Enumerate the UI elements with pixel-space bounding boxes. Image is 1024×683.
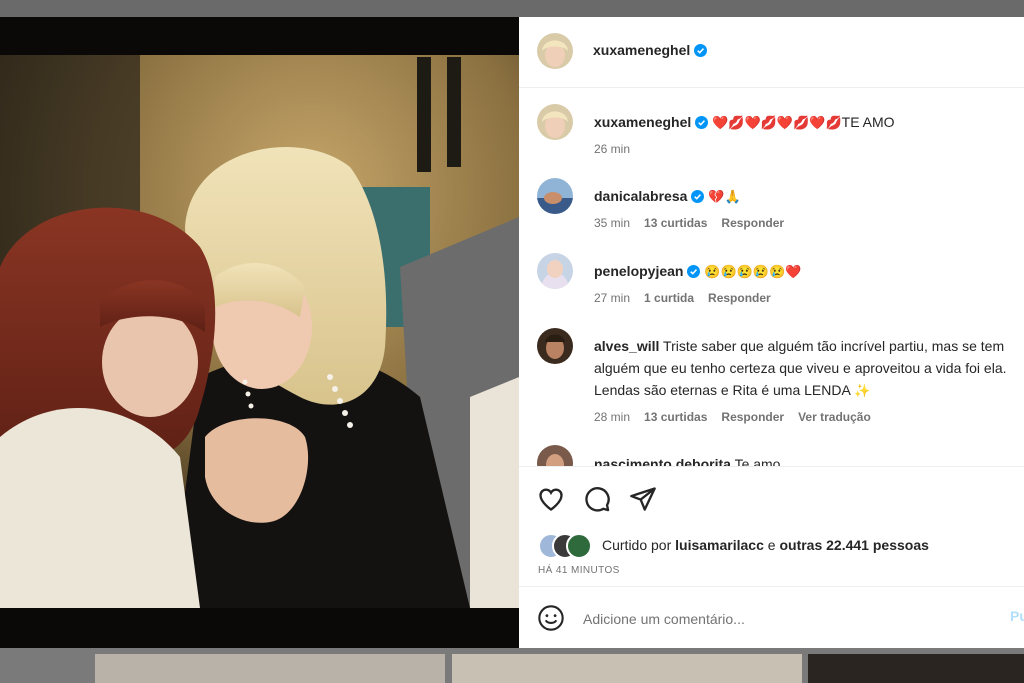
comment-input[interactable] xyxy=(581,605,965,633)
comment-body: danicalabresa 💔🙏 xyxy=(594,185,1014,208)
post-header: xuxameneghel xyxy=(519,17,1024,88)
comment-emoji: 💔 xyxy=(708,189,725,204)
comment-body: penelopyjean 😢😢😢😢😢❤️ xyxy=(594,260,1014,283)
likes-others[interactable]: outras 22.441 pessoas xyxy=(779,537,928,553)
comment-emoji: 😢 xyxy=(752,264,770,279)
comment-emoji: 😢 xyxy=(720,264,737,279)
browser-top-bar xyxy=(0,0,1024,17)
comment-username[interactable]: penelopyjean xyxy=(594,263,683,279)
comment-text: TE AMO xyxy=(841,114,895,130)
comment-meta: 28 min 13 curtidas Responder Ver tradução xyxy=(594,410,885,424)
comment-body: xuxameneghel ❤️💋❤️💋❤️💋❤️💋TE AMO xyxy=(594,111,1014,134)
comment-emoji: 😢 xyxy=(769,264,786,279)
comment-item: nascimento.deborita Te amo xyxy=(537,445,1017,466)
comment-emoji: ❤️ xyxy=(776,115,794,130)
likes-prefix: Curtido por xyxy=(602,537,672,553)
likes-user[interactable]: luisamarilacc xyxy=(675,537,764,553)
comment-emoji: ❤️ xyxy=(712,115,729,130)
comment-meta: 27 min 1 curtida Responder xyxy=(594,291,785,305)
comment-composer: Pu xyxy=(519,586,1024,649)
comment-likes[interactable]: 13 curtidas xyxy=(644,410,707,424)
comment-emoji: 💋 xyxy=(728,115,745,130)
reply-button[interactable]: Responder xyxy=(721,216,784,230)
reply-button[interactable]: Responder xyxy=(708,291,771,305)
feed-thumbnail xyxy=(95,654,445,683)
post-timestamp[interactable]: HÁ 41 MINUTOS xyxy=(538,565,620,576)
author-avatar[interactable] xyxy=(537,33,573,69)
comment-emoji: ❤️ xyxy=(785,264,802,279)
likes-text: Curtido por luisamarilacc e outras 22.44… xyxy=(602,537,929,553)
comment-emoji: ✨ xyxy=(853,383,871,398)
feed-thumbnail xyxy=(452,654,802,683)
comment-item: penelopyjean 😢😢😢😢😢❤️ 27 min 1 curtida Resp… xyxy=(537,253,1017,313)
comment-body: alves_will Triste saber que alguém tão i… xyxy=(594,335,1014,402)
verified-icon xyxy=(695,116,709,129)
likes-middle: e xyxy=(767,537,776,553)
comment-time[interactable]: 26 min xyxy=(594,142,630,156)
comment-time[interactable]: 28 min xyxy=(594,410,630,424)
comment-avatar[interactable] xyxy=(537,253,573,289)
comment-avatar[interactable] xyxy=(537,328,573,364)
author-name-row: xuxameneghel xyxy=(593,42,708,60)
comment-emoji: 😢 xyxy=(704,264,721,279)
comment-emoji: ❤️ xyxy=(809,115,826,130)
feed-thumbnail xyxy=(808,654,1024,683)
comment-emoji: 💋 xyxy=(793,115,810,130)
comment-item: xuxameneghel ❤️💋❤️💋❤️💋❤️💋TE AMO 26 min xyxy=(537,104,1017,164)
comment-username[interactable]: danicalabresa xyxy=(594,188,687,204)
share-icon[interactable] xyxy=(629,485,657,513)
comment-username[interactable]: xuxameneghel xyxy=(594,114,691,130)
comment-item: danicalabresa 💔🙏 35 min 13 curtidas Respon… xyxy=(537,178,1017,238)
comments-list[interactable]: xuxameneghel ❤️💋❤️💋❤️💋❤️💋TE AMO 26 min d… xyxy=(519,87,1024,466)
smile-icon[interactable] xyxy=(537,604,565,632)
background-feed-strip xyxy=(0,648,1024,683)
comment-meta: 35 min 13 curtidas Responder xyxy=(594,216,798,230)
translate-button[interactable]: Ver tradução xyxy=(798,410,871,424)
verified-icon xyxy=(687,265,701,278)
verified-icon xyxy=(691,190,705,203)
comment-emoji: ❤️ xyxy=(744,115,761,130)
comment-likes[interactable]: 13 curtidas xyxy=(644,216,707,230)
comment-emoji: 💋 xyxy=(760,115,777,130)
verified-icon xyxy=(694,44,708,57)
post-comment-button[interactable]: Pu xyxy=(1010,608,1024,624)
comment-avatar[interactable] xyxy=(537,178,573,214)
comment-item: alves_will Triste saber que alguém tão i… xyxy=(537,328,1017,428)
comment-icon[interactable] xyxy=(583,485,611,513)
comment-body: nascimento.deborita Te amo xyxy=(594,453,1014,466)
comment-avatar[interactable] xyxy=(537,104,573,140)
author-username[interactable]: xuxameneghel xyxy=(593,42,690,58)
post-actions: Curtido por luisamarilacc e outras 22.44… xyxy=(519,466,1024,587)
heart-icon[interactable] xyxy=(537,485,565,513)
comment-meta: 26 min xyxy=(594,142,644,156)
comment-emoji: 🙏 xyxy=(724,189,741,204)
comment-emoji: 😢 xyxy=(736,264,753,279)
comment-text: Te amo xyxy=(734,456,781,466)
post-photo[interactable] xyxy=(0,17,519,648)
comment-time[interactable]: 27 min xyxy=(594,291,630,305)
post-side-panel: xuxameneghel xuxameneghel ❤️💋❤️💋❤️💋❤️💋TE… xyxy=(519,17,1024,648)
reply-button[interactable]: Responder xyxy=(721,410,784,424)
comment-emoji: 💋 xyxy=(825,115,842,130)
comment-avatar[interactable] xyxy=(537,445,573,466)
comment-time[interactable]: 35 min xyxy=(594,216,630,230)
comment-username[interactable]: alves_will xyxy=(594,338,659,354)
comment-username[interactable]: nascimento.deborita xyxy=(594,456,731,466)
liker-avatar xyxy=(566,533,592,559)
comment-likes[interactable]: 1 curtida xyxy=(644,291,694,305)
